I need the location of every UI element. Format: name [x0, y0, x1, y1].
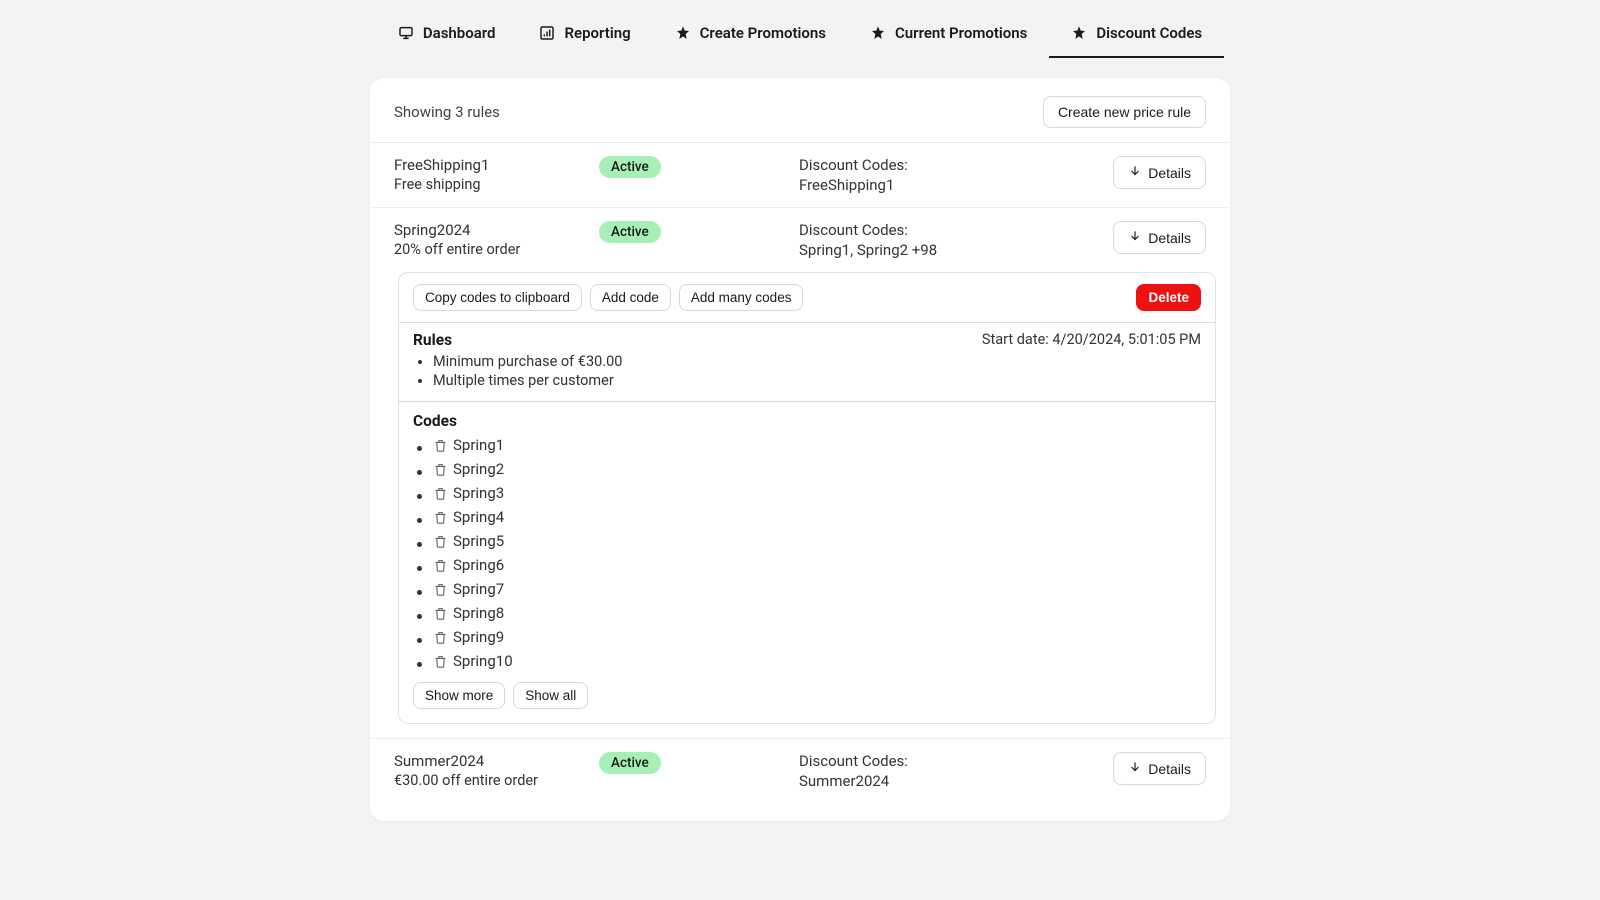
tab-label: Reporting: [564, 24, 630, 42]
rule-name: Summer2024: [394, 752, 599, 770]
codes-value: FreeShipping1: [799, 176, 1113, 194]
code-text: Spring4: [453, 508, 504, 526]
tab-reporting[interactable]: Reporting: [517, 10, 652, 58]
tab-discount-codes[interactable]: Discount Codes: [1049, 10, 1224, 58]
rule-name: Spring2024: [394, 221, 599, 239]
list-item: Spring4: [433, 508, 1201, 526]
details-label: Details: [1148, 230, 1191, 246]
list-item: Spring5: [433, 532, 1201, 550]
code-text: Spring7: [453, 580, 504, 598]
list-item: Spring10: [433, 652, 1201, 670]
star-icon: [870, 25, 886, 41]
codes-list: Spring1 Spring2 Spring3 Spring4 Spring5 Sprin…: [413, 436, 1201, 670]
copy-codes-button[interactable]: Copy codes to clipboard: [413, 284, 582, 311]
list-item: Spring8: [433, 604, 1201, 622]
add-many-codes-button[interactable]: Add many codes: [679, 284, 804, 311]
arrow-down-icon: [1128, 229, 1142, 246]
codes-title: Codes: [413, 412, 1201, 430]
trash-icon[interactable]: [433, 486, 448, 501]
list-item: Spring3: [433, 484, 1201, 502]
codes-value: Summer2024: [799, 772, 1113, 790]
list-item: Spring6: [433, 556, 1201, 574]
rules-list: Minimum purchase of €30.00 Multiple time…: [413, 353, 622, 389]
status-badge: Active: [599, 156, 661, 178]
code-text: Spring5: [453, 532, 504, 550]
add-code-button[interactable]: Add code: [590, 284, 671, 311]
trash-icon[interactable]: [433, 510, 448, 525]
codes-label: Discount Codes:: [799, 221, 1113, 239]
code-text: Spring2: [453, 460, 504, 478]
details-button[interactable]: Details: [1113, 221, 1206, 254]
code-text: Spring8: [453, 604, 504, 622]
trash-icon[interactable]: [433, 534, 448, 549]
tab-create-promotions[interactable]: Create Promotions: [653, 10, 848, 58]
rule-item: Minimum purchase of €30.00: [433, 353, 622, 370]
show-more-button[interactable]: Show more: [413, 682, 505, 709]
details-label: Details: [1148, 165, 1191, 181]
arrow-down-icon: [1128, 164, 1142, 181]
status-badge: Active: [599, 752, 661, 774]
details-button[interactable]: Details: [1113, 156, 1206, 189]
list-item: Spring9: [433, 628, 1201, 646]
code-text: Spring9: [453, 628, 504, 646]
code-text: Spring3: [453, 484, 504, 502]
create-price-rule-button[interactable]: Create new price rule: [1043, 96, 1206, 128]
codes-label: Discount Codes:: [799, 752, 1113, 770]
list-item: Spring7: [433, 580, 1201, 598]
details-label: Details: [1148, 761, 1191, 777]
trash-icon[interactable]: [433, 462, 448, 477]
tab-label: Create Promotions: [700, 24, 826, 42]
delete-button[interactable]: Delete: [1136, 284, 1201, 311]
rule-row: Summer2024 €30.00 off entire order Activ…: [370, 738, 1230, 803]
rules-title: Rules: [413, 331, 622, 349]
trash-icon[interactable]: [433, 558, 448, 573]
trash-icon[interactable]: [433, 630, 448, 645]
star-icon: [1071, 25, 1087, 41]
expanded-panel: Copy codes to clipboard Add code Add man…: [398, 272, 1216, 724]
show-all-button[interactable]: Show all: [513, 682, 588, 709]
rules-card: Showing 3 rules Create new price rule Fr…: [370, 78, 1230, 821]
chart-icon: [539, 25, 555, 41]
trash-icon[interactable]: [433, 582, 448, 597]
trash-icon[interactable]: [433, 654, 448, 669]
list-item: Spring2: [433, 460, 1201, 478]
rule-row: FreeShipping1 Free shipping Active Disco…: [370, 143, 1230, 208]
list-item: Spring1: [433, 436, 1201, 454]
rule-name: FreeShipping1: [394, 156, 599, 174]
tab-label: Discount Codes: [1096, 24, 1202, 42]
code-text: Spring10: [453, 652, 513, 670]
showing-count: Showing 3 rules: [394, 103, 500, 121]
details-button[interactable]: Details: [1113, 752, 1206, 785]
tab-dashboard[interactable]: Dashboard: [376, 10, 518, 58]
code-text: Spring6: [453, 556, 504, 574]
start-date: Start date: 4/20/2024, 5:01:05 PM: [982, 331, 1201, 348]
rule-desc: Free shipping: [394, 176, 599, 193]
rule-desc: 20% off entire order: [394, 241, 599, 258]
rule-desc: €30.00 off entire order: [394, 772, 599, 789]
rule-item: Multiple times per customer: [433, 372, 622, 389]
arrow-down-icon: [1128, 760, 1142, 777]
tab-current-promotions[interactable]: Current Promotions: [848, 10, 1049, 58]
tab-label: Current Promotions: [895, 24, 1027, 42]
status-badge: Active: [599, 221, 661, 243]
top-tabs: Dashboard Reporting Create Promotions Cu…: [0, 0, 1600, 58]
monitor-icon: [398, 25, 414, 41]
code-text: Spring1: [453, 436, 504, 454]
codes-value: Spring1, Spring2 +98: [799, 241, 1113, 259]
rule-row: Spring2024 20% off entire order Active D…: [370, 208, 1230, 272]
codes-label: Discount Codes:: [799, 156, 1113, 174]
tab-label: Dashboard: [423, 24, 496, 42]
star-icon: [675, 25, 691, 41]
trash-icon[interactable]: [433, 606, 448, 621]
trash-icon[interactable]: [433, 438, 448, 453]
